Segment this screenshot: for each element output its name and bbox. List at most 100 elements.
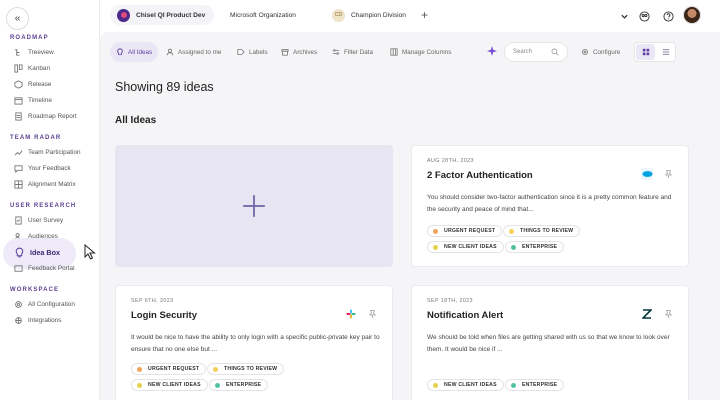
tag-label: ENTERPRISE bbox=[522, 382, 558, 388]
filter-label: Labels bbox=[249, 48, 268, 56]
collapse-sidebar-button[interactable]: « bbox=[6, 7, 29, 30]
section-title-user-research: USER RESEARCH bbox=[10, 203, 77, 209]
filter-all-ideas[interactable]: All Ideas bbox=[110, 42, 159, 62]
report-icon bbox=[14, 112, 23, 121]
participation-icon bbox=[14, 148, 23, 157]
sidebar-item-idea-box[interactable]: Idea Box bbox=[14, 246, 60, 259]
idea-title: Notification Alert bbox=[427, 310, 504, 321]
filter-label: Archives bbox=[293, 48, 318, 56]
tag-things-to-review[interactable]: THINGS TO REVIEW bbox=[207, 363, 285, 375]
idea-card[interactable]: SEP 6TH, 2023 Login Security It would be… bbox=[115, 285, 393, 400]
lightbulb-icon bbox=[14, 247, 25, 258]
sidebar-item-alignment-matrix[interactable]: Alignment Matrix bbox=[14, 178, 76, 191]
view-toggle bbox=[634, 42, 676, 62]
configure-label: Configure bbox=[593, 48, 621, 56]
tag-dot bbox=[215, 382, 220, 388]
idea-date: SEP 6TH, 2023 bbox=[131, 298, 174, 304]
double-chevron-left-icon: « bbox=[14, 13, 21, 24]
treeview-icon bbox=[14, 48, 23, 57]
tag-icon bbox=[237, 48, 245, 56]
tag-new-client-ideas[interactable]: NEW CLIENT IDEAS bbox=[131, 379, 208, 391]
chevron-down-icon[interactable] bbox=[618, 8, 630, 24]
sidebar-item-release[interactable]: Release bbox=[14, 78, 51, 91]
main-content: All Ideas Assigned to me Labels Archives… bbox=[100, 32, 720, 400]
kanban-icon bbox=[14, 64, 23, 73]
columns-icon bbox=[390, 48, 398, 56]
sidebar-item-feedback-portal[interactable]: Feedback Portal bbox=[14, 262, 75, 275]
workspace-logo-icon bbox=[117, 8, 130, 22]
user-avatar[interactable] bbox=[683, 6, 701, 24]
idea-card[interactable]: SEP 18TH, 2023 Notification Alert We sho… bbox=[411, 285, 689, 400]
portal-icon bbox=[14, 264, 23, 273]
sidebar-item-label: Feedback Portal bbox=[28, 265, 75, 272]
sidebar: « ROADMAP Treeview Kanban Release Timeli… bbox=[0, 0, 100, 400]
tab-champion-division[interactable]: CD Champion Division bbox=[326, 5, 410, 25]
tag-new-client-ideas[interactable]: NEW CLIENT IDEAS bbox=[427, 379, 504, 391]
pin-icon[interactable] bbox=[664, 169, 673, 179]
slack-icon bbox=[345, 308, 357, 320]
filter-assigned-to-me[interactable]: Assigned to me bbox=[166, 42, 221, 62]
filter-label: Manage Columns bbox=[402, 48, 452, 56]
grid-icon bbox=[642, 48, 649, 56]
tag-enterprise[interactable]: ENTERPRISE bbox=[209, 379, 269, 391]
sidebar-item-treeview[interactable]: Treeview bbox=[14, 46, 54, 59]
manage-columns[interactable]: Manage Columns bbox=[390, 42, 451, 62]
ai-sparkle-icon[interactable] bbox=[486, 45, 498, 57]
idea-card[interactable]: AUG 28TH, 2023 2 Factor Authentication Y… bbox=[411, 145, 689, 267]
tag-urgent-request[interactable]: URGENT REQUEST bbox=[131, 363, 207, 375]
filter-archives[interactable]: Archives bbox=[281, 42, 317, 62]
filter-label: All Ideas bbox=[128, 48, 153, 56]
sidebar-item-integrations[interactable]: Integrations bbox=[14, 314, 61, 327]
configure-button[interactable]: Configure bbox=[581, 42, 620, 62]
tag-new-client-ideas[interactable]: NEW CLIENT IDEAS bbox=[427, 241, 504, 253]
user-icon bbox=[166, 48, 174, 56]
tag-label: URGENT REQUEST bbox=[148, 366, 200, 372]
search-input[interactable]: Search bbox=[504, 42, 568, 62]
tab-microsoft-organization[interactable]: Microsoft Organization bbox=[220, 5, 320, 25]
sidebar-item-label: User Survey bbox=[28, 217, 64, 224]
sidebar-item-label: Team Participation bbox=[28, 149, 81, 156]
filter-data[interactable]: Filter Data bbox=[332, 42, 373, 62]
sidebar-item-your-feedback[interactable]: Your Feedback bbox=[14, 162, 71, 175]
sidebar-item-label: Treeview bbox=[28, 49, 54, 56]
tag-urgent-request[interactable]: URGENT REQUEST bbox=[427, 225, 503, 237]
sidebar-item-label: Your Feedback bbox=[28, 165, 71, 172]
tag-enterprise[interactable]: ENTERPRISE bbox=[505, 241, 565, 253]
top-bar: Chisel QI Product Dev Microsoft Organiza… bbox=[100, 0, 720, 32]
idea-title: 2 Factor Authentication bbox=[427, 170, 533, 181]
tab-label: Champion Division bbox=[351, 11, 406, 19]
tag-label: NEW CLIENT IDEAS bbox=[148, 382, 201, 388]
idea-description: We should be told when files are getting… bbox=[427, 334, 670, 353]
timeline-icon bbox=[14, 96, 23, 105]
tag-label: THINGS TO REVIEW bbox=[520, 228, 574, 234]
tab-label: Microsoft Organization bbox=[230, 11, 296, 19]
sidebar-item-team-participation[interactable]: Team Participation bbox=[14, 146, 81, 159]
tag-label: URGENT REQUEST bbox=[444, 228, 496, 234]
team-icon[interactable] bbox=[636, 8, 652, 24]
sidebar-item-kanban[interactable]: Kanban bbox=[14, 62, 50, 75]
zendesk-icon bbox=[641, 308, 653, 320]
filter-labels[interactable]: Labels bbox=[237, 42, 268, 62]
pin-icon[interactable] bbox=[664, 309, 673, 319]
add-tab-button[interactable]: + bbox=[421, 8, 428, 22]
pin-icon[interactable] bbox=[368, 309, 377, 319]
tag-dot bbox=[511, 244, 516, 250]
help-icon[interactable] bbox=[660, 8, 676, 24]
sidebar-item-timeline[interactable]: Timeline bbox=[14, 94, 52, 107]
tag-enterprise[interactable]: ENTERPRISE bbox=[505, 379, 565, 391]
tag-label: ENTERPRISE bbox=[226, 382, 262, 388]
idea-date: AUG 28TH, 2023 bbox=[427, 158, 474, 164]
tag-dot bbox=[433, 382, 438, 388]
sidebar-item-label: Release bbox=[28, 81, 52, 88]
tag-dot bbox=[511, 382, 516, 388]
grid-view-button[interactable] bbox=[636, 44, 655, 60]
sidebar-item-user-survey[interactable]: User Survey bbox=[14, 214, 63, 227]
section-title-team-radar: TEAM RADAR bbox=[10, 135, 62, 141]
sidebar-item-roadmap-report[interactable]: Roadmap Report bbox=[14, 110, 77, 123]
tab-chisel-product-dev[interactable]: Chisel QI Product Dev bbox=[110, 5, 214, 25]
sidebar-item-all-configuration[interactable]: All Configuration bbox=[14, 298, 75, 311]
section-title-roadmap: ROADMAP bbox=[10, 35, 49, 41]
tag-things-to-review[interactable]: THINGS TO REVIEW bbox=[503, 225, 581, 237]
list-view-button[interactable] bbox=[656, 44, 675, 60]
add-idea-card[interactable] bbox=[115, 145, 393, 267]
